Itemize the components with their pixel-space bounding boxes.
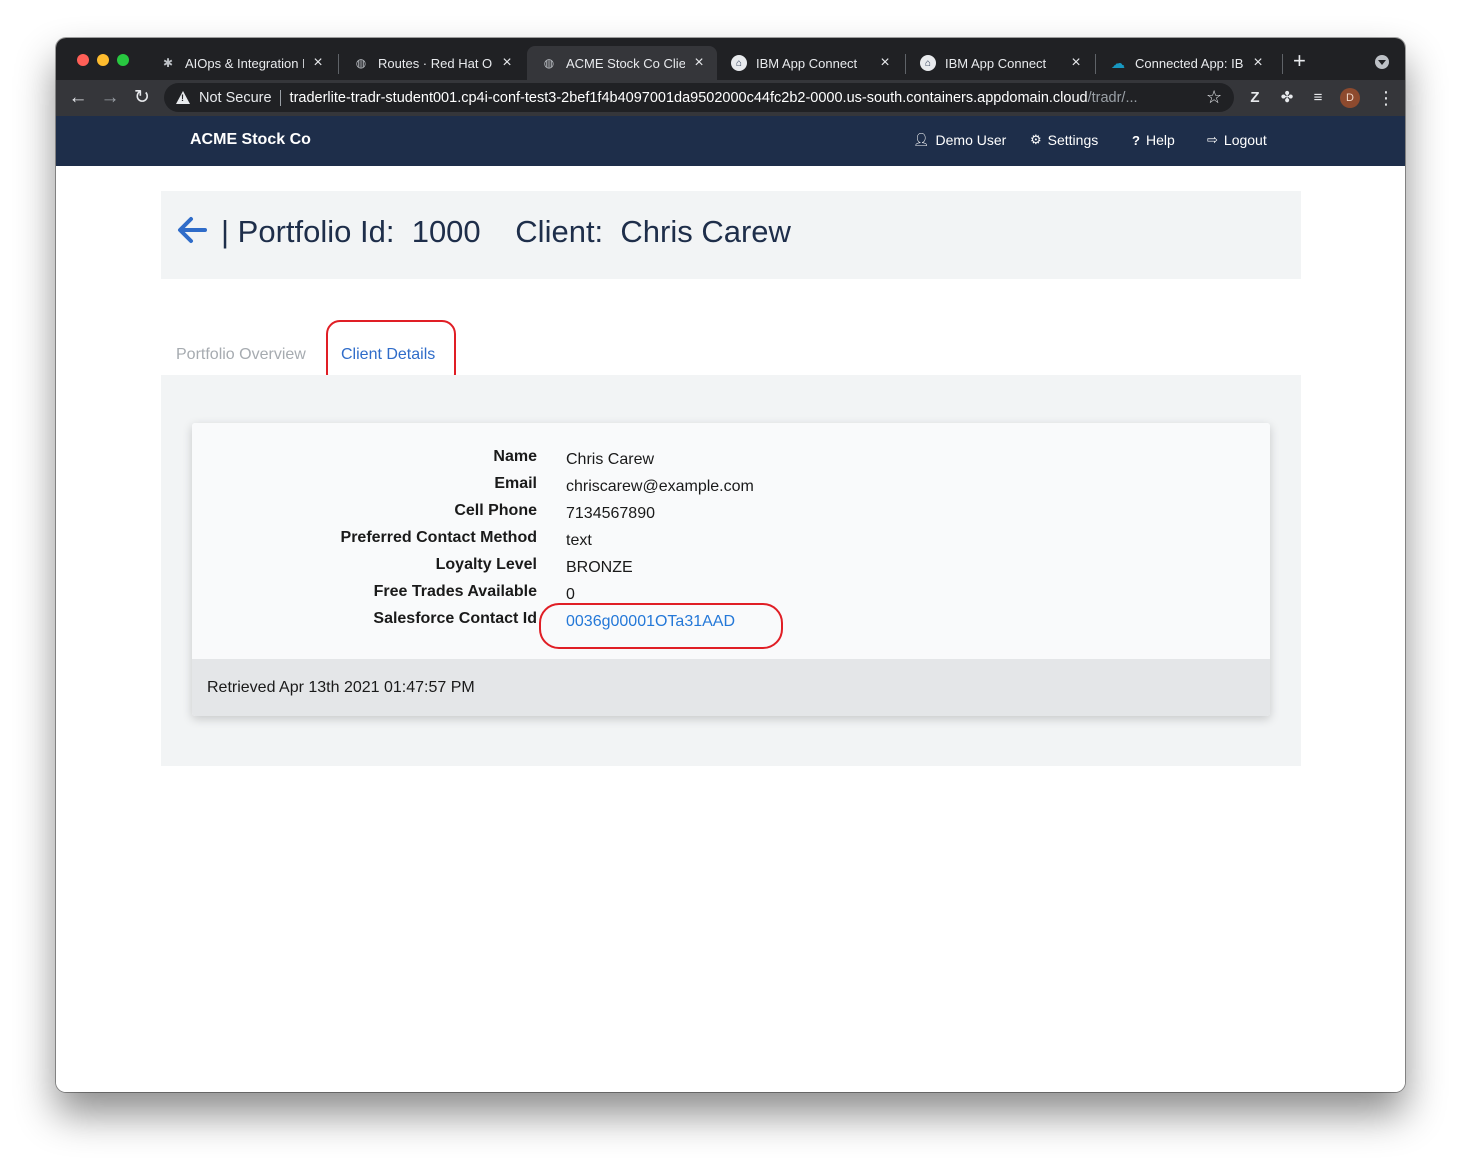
extensions-puzzle-icon[interactable]: ✤ — [1277, 88, 1297, 108]
detail-row-email: Email chriscarew@example.com — [192, 475, 1270, 502]
detail-value: BRONZE — [566, 559, 633, 576]
tab-portfolio-overview[interactable]: Portfolio Overview — [176, 346, 306, 364]
tab-strip: ✱ AIOps & Integration Ex × ◍ Routes · Re… — [56, 38, 1405, 80]
warning-icon — [176, 91, 190, 104]
app-navbar: ACME Stock Co 👤︎ Demo User ⚙ Settings ? … — [56, 116, 1405, 166]
browser-tab-title: AIOps & Integration Ex — [185, 55, 304, 71]
detail-value: 0 — [566, 586, 575, 603]
detail-value: 7134567890 — [566, 505, 655, 522]
gear-icon: ⚙ — [1030, 132, 1042, 147]
media-queue-icon[interactable]: ≡ — [1308, 88, 1328, 108]
back-arrow-icon[interactable] — [175, 213, 209, 247]
detail-label: Email — [494, 475, 537, 492]
maximize-window-button[interactable] — [117, 54, 129, 66]
back-icon[interactable]: ← — [66, 86, 90, 110]
tab-content-panel: Name Chris Carew Email chriscarew@exampl… — [161, 375, 1301, 766]
nav-label: Logout — [1223, 132, 1267, 148]
app-connect-icon: ⌂ — [920, 55, 936, 71]
logout-icon: ⇨ — [1207, 132, 1218, 147]
bookmark-star-icon[interactable]: ☆ — [1206, 87, 1222, 108]
detail-row-cell-phone: Cell Phone 7134567890 — [192, 502, 1270, 529]
close-window-button[interactable] — [77, 54, 89, 66]
retrieved-timestamp: Retrieved Apr 13th 2021 01:47:57 PM — [207, 679, 475, 696]
address-bar[interactable]: Not Secure traderlite-tradr-student001.c… — [164, 83, 1234, 112]
question-icon: ? — [1132, 132, 1140, 148]
brand-logo-text[interactable]: ACME Stock Co — [190, 131, 311, 149]
detail-value: chriscarew@example.com — [566, 478, 754, 495]
detail-label: Preferred Contact Method — [340, 529, 537, 546]
detail-label: Cell Phone — [454, 502, 537, 519]
detail-label: Free Trades Available — [373, 583, 537, 600]
close-icon[interactable]: × — [1068, 54, 1084, 72]
detail-row-name: Name Chris Carew — [192, 448, 1270, 475]
client-label: Client: — [515, 214, 604, 249]
browser-tab-routes[interactable]: ◍ Routes · Red Hat Oper × — [339, 46, 525, 80]
globe-icon: ◍ — [355, 56, 367, 70]
app-connect-icon: ⌂ — [731, 55, 747, 71]
new-tab-button[interactable]: + — [1293, 50, 1306, 72]
forward-icon[interactable]: → — [98, 86, 122, 110]
detail-label: Loyalty Level — [435, 556, 537, 573]
detail-value: text — [566, 532, 592, 549]
close-icon[interactable]: × — [691, 54, 707, 72]
browser-tab-acme[interactable]: ◍ ACME Stock Co Client × — [527, 46, 717, 80]
omnibox-divider — [279, 89, 281, 106]
detail-value: Chris Carew — [566, 451, 655, 468]
browser-window: ✱ AIOps & Integration Ex × ◍ Routes · Re… — [56, 38, 1405, 1092]
highlight-annotation — [539, 603, 783, 649]
browser-toolbar: ← → ↻ Not Secure traderlite-tradr-studen… — [56, 80, 1405, 116]
close-icon[interactable]: × — [1250, 54, 1266, 72]
profile-avatar[interactable]: D — [1340, 88, 1360, 108]
browser-tab-title: ACME Stock Co Client — [566, 55, 685, 71]
minimize-window-button[interactable] — [97, 54, 109, 66]
tab-divider — [1282, 54, 1283, 74]
nav-logout[interactable]: ⇨ Logout — [1207, 132, 1267, 148]
page-content: | Portfolio Id: 1000 Client: Chris Carew… — [56, 166, 1405, 1092]
client-details-card: Name Chris Carew Email chriscarew@exampl… — [192, 423, 1270, 716]
detail-row-contact-method: Preferred Contact Method text — [192, 529, 1270, 556]
nav-label: Help — [1145, 132, 1175, 148]
close-icon[interactable]: × — [877, 54, 893, 72]
security-label[interactable]: Not Secure — [199, 90, 272, 106]
reload-icon[interactable]: ↻ — [130, 86, 154, 110]
close-icon[interactable]: × — [499, 54, 515, 72]
nav-help[interactable]: ? Help — [1132, 132, 1175, 148]
nav-label: Demo User — [935, 132, 1007, 148]
portfolio-label: | Portfolio Id: — [221, 214, 395, 249]
url-path: /tradr/... — [1087, 89, 1138, 106]
tab-search-icon[interactable] — [1375, 55, 1389, 69]
detail-label: Salesforce Contact Id — [373, 610, 537, 627]
user-icon: 👤︎ — [913, 132, 930, 147]
browser-menu-icon[interactable]: ⋮ — [1377, 86, 1395, 110]
detail-row-loyalty-level: Loyalty Level BRONZE — [192, 556, 1270, 583]
card-body: Name Chris Carew Email chriscarew@exampl… — [192, 423, 1270, 659]
card-footer: Retrieved Apr 13th 2021 01:47:57 PM — [192, 659, 1270, 716]
bee-icon: ✱ — [162, 56, 174, 70]
browser-tab-title: Routes · Red Hat Oper — [378, 55, 493, 71]
portfolio-header: | Portfolio Id: 1000 Client: Chris Carew — [161, 191, 1301, 279]
browser-tab-aiops[interactable]: ✱ AIOps & Integration Ex × — [146, 46, 336, 80]
salesforce-cloud-icon: ☁ — [1111, 54, 1125, 71]
globe-icon: ◍ — [543, 56, 555, 70]
browser-tab-title: IBM App Connect — [945, 55, 1047, 71]
detail-label: Name — [493, 448, 537, 465]
browser-tab-salesforce[interactable]: ☁ Connected App: IBM A × — [1096, 46, 1276, 80]
nav-settings[interactable]: ⚙ Settings — [1030, 132, 1098, 148]
browser-tab-appconnect-2[interactable]: ⌂ IBM App Connect × — [906, 46, 1094, 80]
nav-label: Settings — [1047, 132, 1099, 148]
extension-z-icon[interactable]: Z — [1246, 88, 1264, 108]
browser-tab-title: Connected App: IBM A — [1135, 55, 1244, 71]
close-icon[interactable]: × — [310, 54, 326, 72]
portfolio-id: 1000 — [411, 214, 481, 249]
url-host: traderlite-tradr-student001.cp4i-conf-te… — [289, 89, 1088, 106]
browser-tab-appconnect-1[interactable]: ⌂ IBM App Connect × — [717, 46, 903, 80]
nav-demo-user[interactable]: 👤︎ Demo User — [913, 132, 1006, 148]
browser-tab-title: IBM App Connect — [756, 55, 858, 71]
client-name: Chris Carew — [620, 214, 791, 249]
page-title: | Portfolio Id: 1000 Client: Chris Carew — [221, 214, 791, 250]
